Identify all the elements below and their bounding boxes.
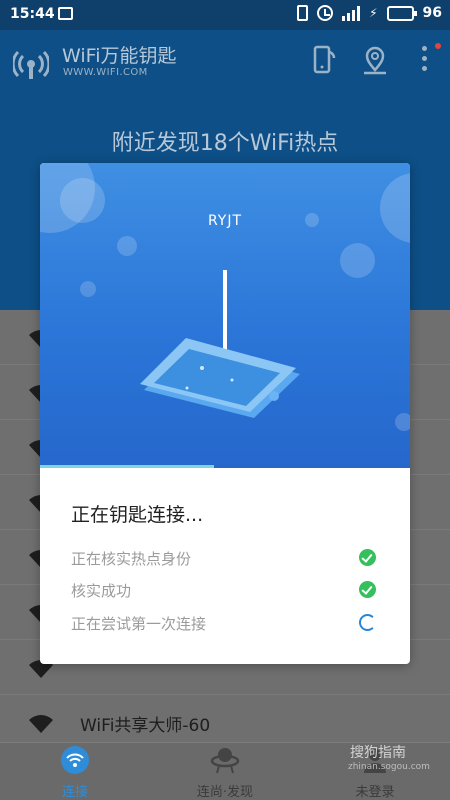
sogou-brand: 搜狗指南 [350,745,406,761]
wifi-name: WiFi共享大师-60 [80,716,211,736]
phone-share-icon[interactable] [308,44,338,76]
tab-profile-label: 未登录 [355,785,395,800]
step-text: 正在核实热点身份 [71,550,192,568]
decor-bubble [117,236,137,256]
notification-image-icon [58,7,73,20]
app-title: WiFi万能钥匙 [62,45,177,67]
wifi-signal-icon [29,715,53,733]
location-pin-icon[interactable] [360,44,390,76]
battery-percent: 96 [422,5,442,21]
phone-illustration-icon [140,338,300,418]
spinner-icon [359,614,376,631]
connecting-title: 正在钥匙连接... [71,504,204,526]
more-menu-icon[interactable] [420,46,430,74]
step-verify-identity: 正在核实热点身份 [71,546,381,570]
battery-icon [386,5,417,21]
app-website: WWW.WIFI.COM [63,67,148,78]
decor-bubble [395,413,410,431]
connection-dialog: RYJT 正在钥匙连接... 正在核实热点身份 核实成功 正在尝试第一次连接 [40,163,410,664]
decor-bubble [80,281,96,297]
nearby-hotspots-count: 附近发现18个WiFi热点 [111,131,339,156]
tab-connect[interactable]: 连接 [20,745,130,800]
clock: 15:44 [10,6,55,22]
tab-connect-label: 连接 [61,785,88,800]
status-bar: 15:44 ⚡ 96 [0,0,450,30]
step-text: 核实成功 [71,582,132,600]
decor-bubble [340,243,375,278]
dialog-hero: RYJT [40,163,410,468]
decor-bubble [380,173,410,243]
ufo-icon [210,748,240,774]
step-verify-success: 核实成功 [71,578,381,602]
notification-dot [435,43,441,49]
check-icon [359,549,376,566]
alarm-icon [317,5,334,21]
vibrate-icon [297,5,309,21]
wifi-key-logo-icon [13,50,49,79]
step-first-connect: 正在尝试第一次连接 [71,611,381,635]
check-icon [359,581,376,598]
signal-icon [342,5,361,21]
wifi-tab-icon [61,746,89,774]
sogou-url: zhinan.sogou.com [348,762,430,772]
connect-progress-bar [40,465,410,468]
sogou-watermark: 搜狗指南 zhinan.sogou.com [348,742,430,772]
charging-icon: ⚡ [369,6,378,20]
network-ssid: RYJT [207,213,243,229]
step-text: 正在尝试第一次连接 [71,615,207,633]
connect-progress-fill [40,465,214,468]
tab-discover[interactable]: 连尚·发现 [170,745,280,800]
tab-discover-label: 连尚·发现 [196,785,254,800]
